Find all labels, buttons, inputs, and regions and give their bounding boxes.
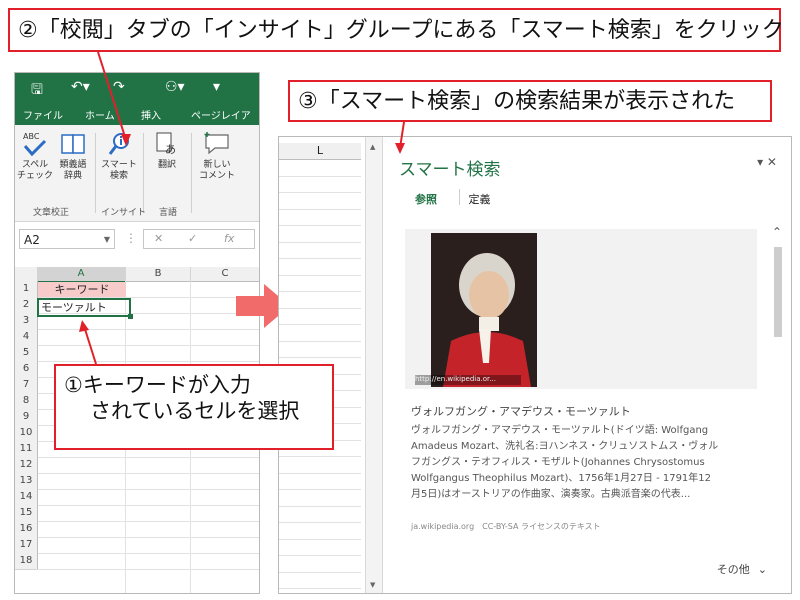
pointer-lines (79, 51, 405, 365)
